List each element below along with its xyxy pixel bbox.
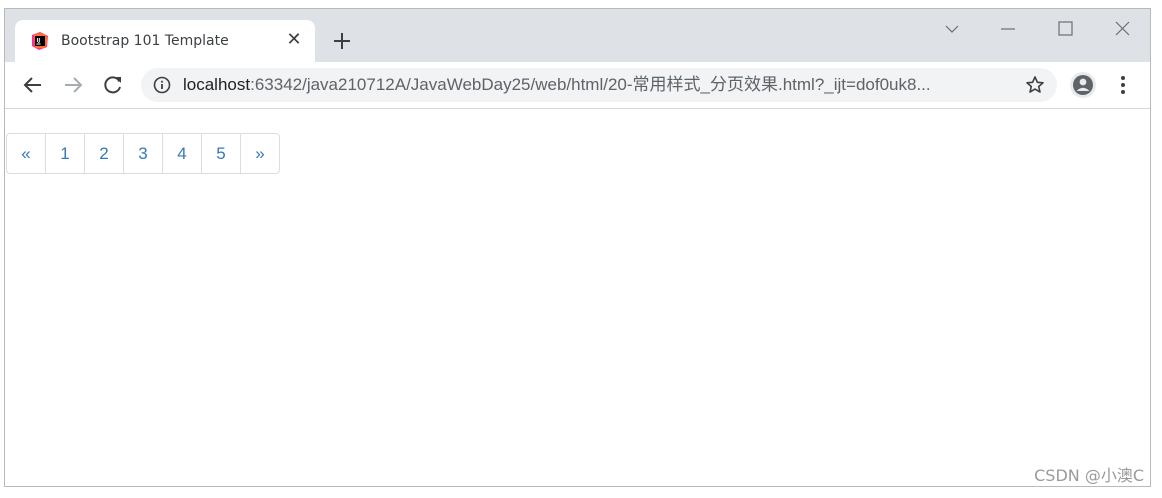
profile-avatar[interactable]	[1070, 72, 1096, 98]
more-menu-icon[interactable]	[1113, 73, 1133, 97]
pagination-page-5: 5	[201, 133, 241, 174]
pagination-link[interactable]: 5	[201, 133, 241, 174]
tab-close-icon[interactable]: ✕	[285, 31, 303, 49]
tab-bootstrap-template[interactable]: IJ Bootstrap 101 Template ✕	[15, 20, 315, 62]
info-icon[interactable]	[153, 76, 171, 94]
pagination: « 1 2 3 4 5 »	[6, 133, 280, 174]
pagination-prev-link[interactable]: «	[6, 133, 46, 174]
pagination-link[interactable]: 2	[84, 133, 124, 174]
pagination-link[interactable]: 1	[45, 133, 85, 174]
pagination-next-link[interactable]: »	[240, 133, 280, 174]
pagination-page-4: 4	[162, 133, 202, 174]
bookmark-star-icon[interactable]	[1025, 75, 1045, 95]
page-content: « 1 2 3 4 5 » CSDN @小澳C	[5, 109, 1150, 486]
person-icon	[1073, 75, 1093, 95]
url-host: localhost	[183, 75, 251, 94]
back-arrow-icon[interactable]	[21, 73, 45, 97]
pagination-page-3: 3	[123, 133, 163, 174]
close-icon[interactable]	[1108, 17, 1138, 41]
browser-window: IJ Bootstrap 101 Template ✕ localhost:63…	[4, 8, 1151, 487]
svg-text:IJ: IJ	[37, 38, 41, 44]
pagination-link[interactable]: 4	[162, 133, 202, 174]
minimize-icon[interactable]	[993, 17, 1023, 41]
tab-title: Bootstrap 101 Template	[61, 33, 229, 49]
pagination-prev: «	[6, 133, 46, 174]
tab-strip: IJ Bootstrap 101 Template ✕	[5, 9, 1150, 62]
new-tab-plus-icon[interactable]	[331, 30, 353, 52]
pagination-next: »	[240, 133, 280, 174]
forward-arrow-icon[interactable]	[61, 73, 85, 97]
reload-icon[interactable]	[101, 73, 125, 97]
watermark: CSDN @小澳C	[1034, 466, 1144, 485]
address-bar[interactable]: localhost:63342/java210712A/JavaWebDay25…	[141, 68, 1057, 102]
browser-toolbar: localhost:63342/java210712A/JavaWebDay25…	[5, 62, 1150, 109]
maximize-icon[interactable]	[1050, 17, 1080, 41]
pagination-page-2: 2	[84, 133, 124, 174]
url-path: :63342/java210712A/JavaWebDay25/web/html…	[250, 75, 931, 94]
pagination-page-1: 1	[45, 133, 85, 174]
url-text[interactable]: localhost:63342/java210712A/JavaWebDay25…	[183, 75, 931, 95]
chevron-down-icon[interactable]	[937, 17, 967, 41]
pagination-link[interactable]: 3	[123, 133, 163, 174]
jetbrains-icon: IJ	[32, 32, 48, 50]
